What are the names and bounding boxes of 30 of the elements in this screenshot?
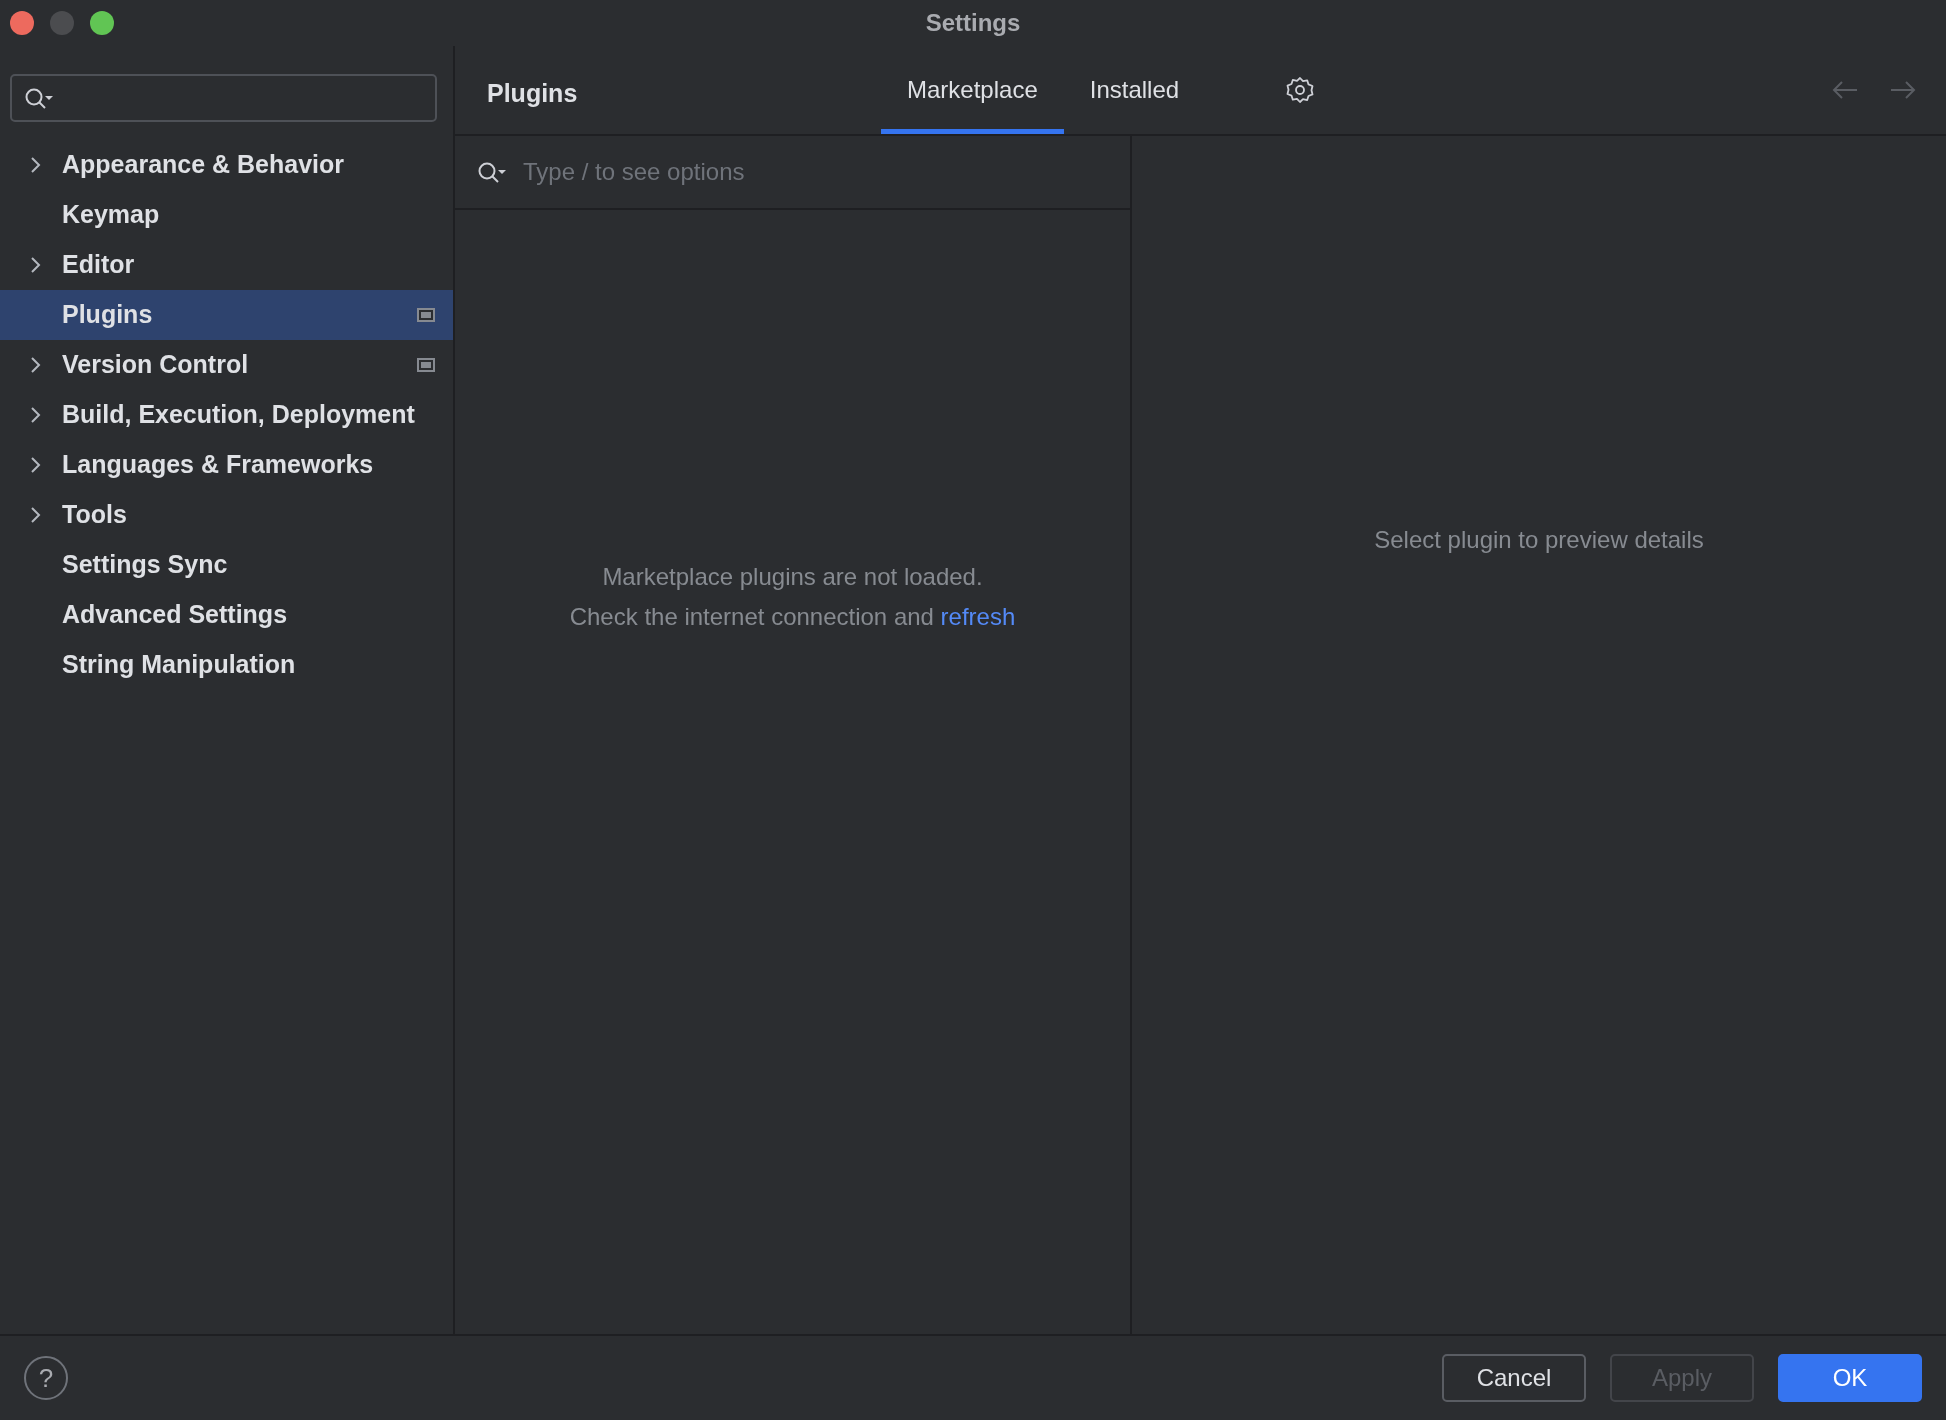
sidebar-item[interactable]: Settings Sync [0,540,453,590]
hint-text: Check the internet connection and refresh [569,602,1016,632]
sidebar-item[interactable]: Appearance & Behavior [0,140,453,190]
plugin-search-field[interactable]: Type / to see options [521,153,1130,191]
search-icon [24,87,54,109]
sidebar-item[interactable]: Advanced Settings [0,590,453,640]
status-message: Marketplace plugins are not loaded. [602,562,983,592]
sidebar-item[interactable]: Version Control [0,340,453,390]
page-title: Plugins [487,78,579,110]
tab[interactable]: Marketplace [881,46,1064,134]
sidebar-item[interactable]: Keymap [0,190,453,240]
dialog-button[interactable]: OK [1778,1354,1922,1402]
sidebar-item[interactable]: Editor [0,240,453,290]
sidebar-item[interactable]: Tools [0,490,453,540]
sidebar-item[interactable]: String Manipulation [0,640,453,690]
search-field[interactable] [10,74,437,122]
details-placeholder-text: Select plugin to preview details [1374,525,1704,555]
help-button[interactable]: ? [24,1356,68,1400]
search-icon [477,161,507,183]
settings-icon[interactable] [1285,75,1316,105]
minimize-button[interactable] [50,11,74,35]
refresh-link[interactable]: refresh [940,603,1016,630]
sidebar-item[interactable]: Plugins [0,290,453,340]
sidebar-item[interactable]: Languages & Frameworks [0,440,453,490]
tab[interactable]: Installed [1063,46,1206,134]
close-button[interactable] [10,11,34,35]
zoom-button[interactable] [90,11,114,35]
dialog-button[interactable]: Cancel [1442,1354,1586,1402]
window-title: Settings [925,8,1021,38]
sidebar-item[interactable]: Build, Execution, Deployment [0,390,453,440]
